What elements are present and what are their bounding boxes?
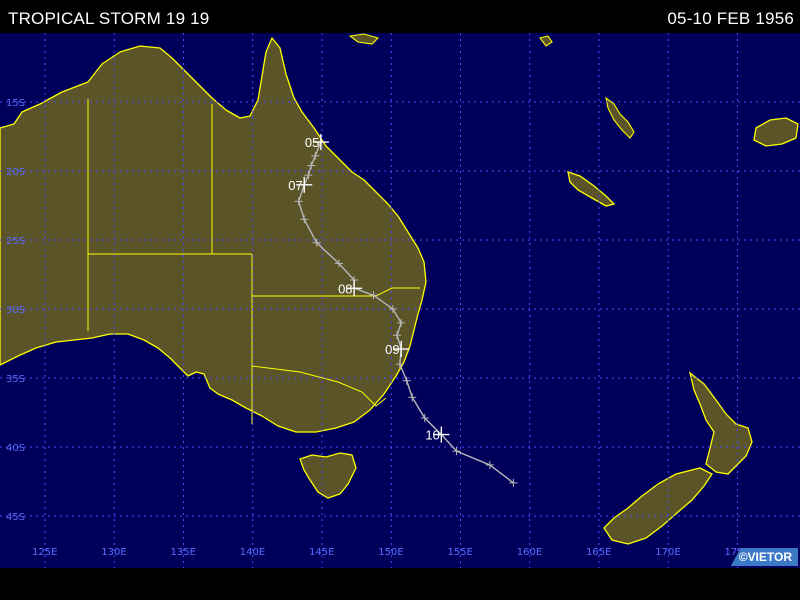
storm-title: TROPICAL STORM 19 19 xyxy=(8,9,210,28)
map-frame[interactable]: 15S 20S 25S 30S 35S 40S 45S 125E 130E 135E 140E 14… xyxy=(0,33,800,568)
longitude-label: 170E xyxy=(655,547,680,558)
track-day-label: 07 xyxy=(288,178,302,193)
longitude-label: 140E xyxy=(240,547,265,558)
longitude-label: 160E xyxy=(517,547,542,558)
track-day-label: 09 xyxy=(385,342,399,357)
longitude-label: 145E xyxy=(309,547,334,558)
longitude-label: 155E xyxy=(448,547,473,558)
latitude-label: 30S xyxy=(6,305,25,316)
latitude-label: 15S xyxy=(6,98,25,109)
latitude-label: 35S xyxy=(6,374,25,385)
longitude-label: 130E xyxy=(101,547,126,558)
storm-dates: 05-10 FEB 1956 xyxy=(667,9,794,28)
storm-track-map[interactable]: 15S 20S 25S 30S 35S 40S 45S 125E 130E 135E 140E 14… xyxy=(0,33,800,568)
footer-bar xyxy=(0,568,800,600)
longitude-label: 165E xyxy=(586,547,611,558)
longitude-label: 125E xyxy=(32,547,57,558)
latitude-label: 45S xyxy=(6,512,25,523)
latitude-label: 20S xyxy=(6,167,25,178)
longitude-label: 135E xyxy=(171,547,196,558)
track-day-label: 10 xyxy=(425,428,439,443)
track-day-label: 08 xyxy=(338,281,352,296)
credit-badge: ©VIETOR xyxy=(730,548,798,566)
latitude-label: 40S xyxy=(6,443,25,454)
longitude-label: 150E xyxy=(378,547,403,558)
track-day-label: 05 xyxy=(305,135,319,150)
header-bar: TROPICAL STORM 19 19 05-10 FEB 1956 xyxy=(0,0,800,33)
latitude-label: 25S xyxy=(6,236,25,247)
